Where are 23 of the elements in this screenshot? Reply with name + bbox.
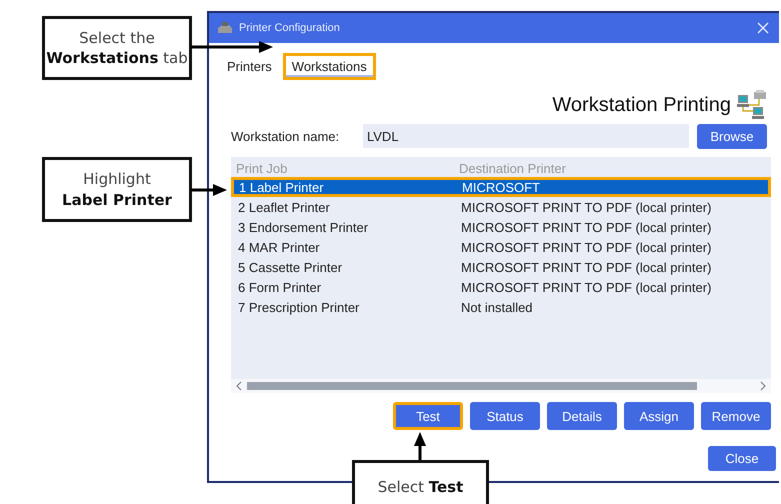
- action-button[interactable]: Assign: [624, 402, 694, 430]
- window-title: Printer Configuration: [239, 22, 341, 34]
- callout-text: Select Test: [378, 477, 464, 498]
- list-row[interactable]: 7 Prescription Printer Not installed: [231, 297, 771, 317]
- close-button[interactable]: Close: [708, 446, 776, 471]
- callout-text: Highlight Label Printer: [62, 169, 172, 210]
- list-row[interactable]: 6 Form Printer MICROSOFT PRINT TO PDF (local printer): [231, 277, 771, 297]
- workstation-name-field[interactable]: LVDL: [363, 124, 689, 148]
- list-row[interactable]: 4 MAR Printer MICROSOFT PRINT TO PDF (local printer): [231, 237, 771, 257]
- action-button[interactable]: Test: [393, 402, 463, 430]
- tab[interactable]: Printers: [227, 56, 281, 76]
- list-row[interactable]: 2 Leaflet Printer MICROSOFT PRINT TO PDF (local printer): [231, 197, 771, 217]
- browse-button[interactable]: Browse: [697, 124, 767, 148]
- action-button[interactable]: Details: [547, 402, 617, 430]
- field-label: Workstation name:: [231, 128, 340, 144]
- list-row[interactable]: 3 Endorsement Printer MICROSOFT PRINT TO PDF (local printer): [231, 217, 771, 237]
- callout-text: Select the Workstations tab: [46, 28, 188, 68]
- section-heading: Workstation Printing: [552, 94, 731, 116]
- tab[interactable]: Workstations: [282, 52, 376, 80]
- list-row[interactable]: 1 Label Printer MICROSOFT: [231, 177, 771, 197]
- action-button[interactable]: Status: [470, 402, 540, 430]
- list-row[interactable]: 5 Cassette Printer MICROSOFT PRINT TO PDF (local printer): [231, 257, 771, 277]
- action-button[interactable]: Remove: [701, 402, 771, 430]
